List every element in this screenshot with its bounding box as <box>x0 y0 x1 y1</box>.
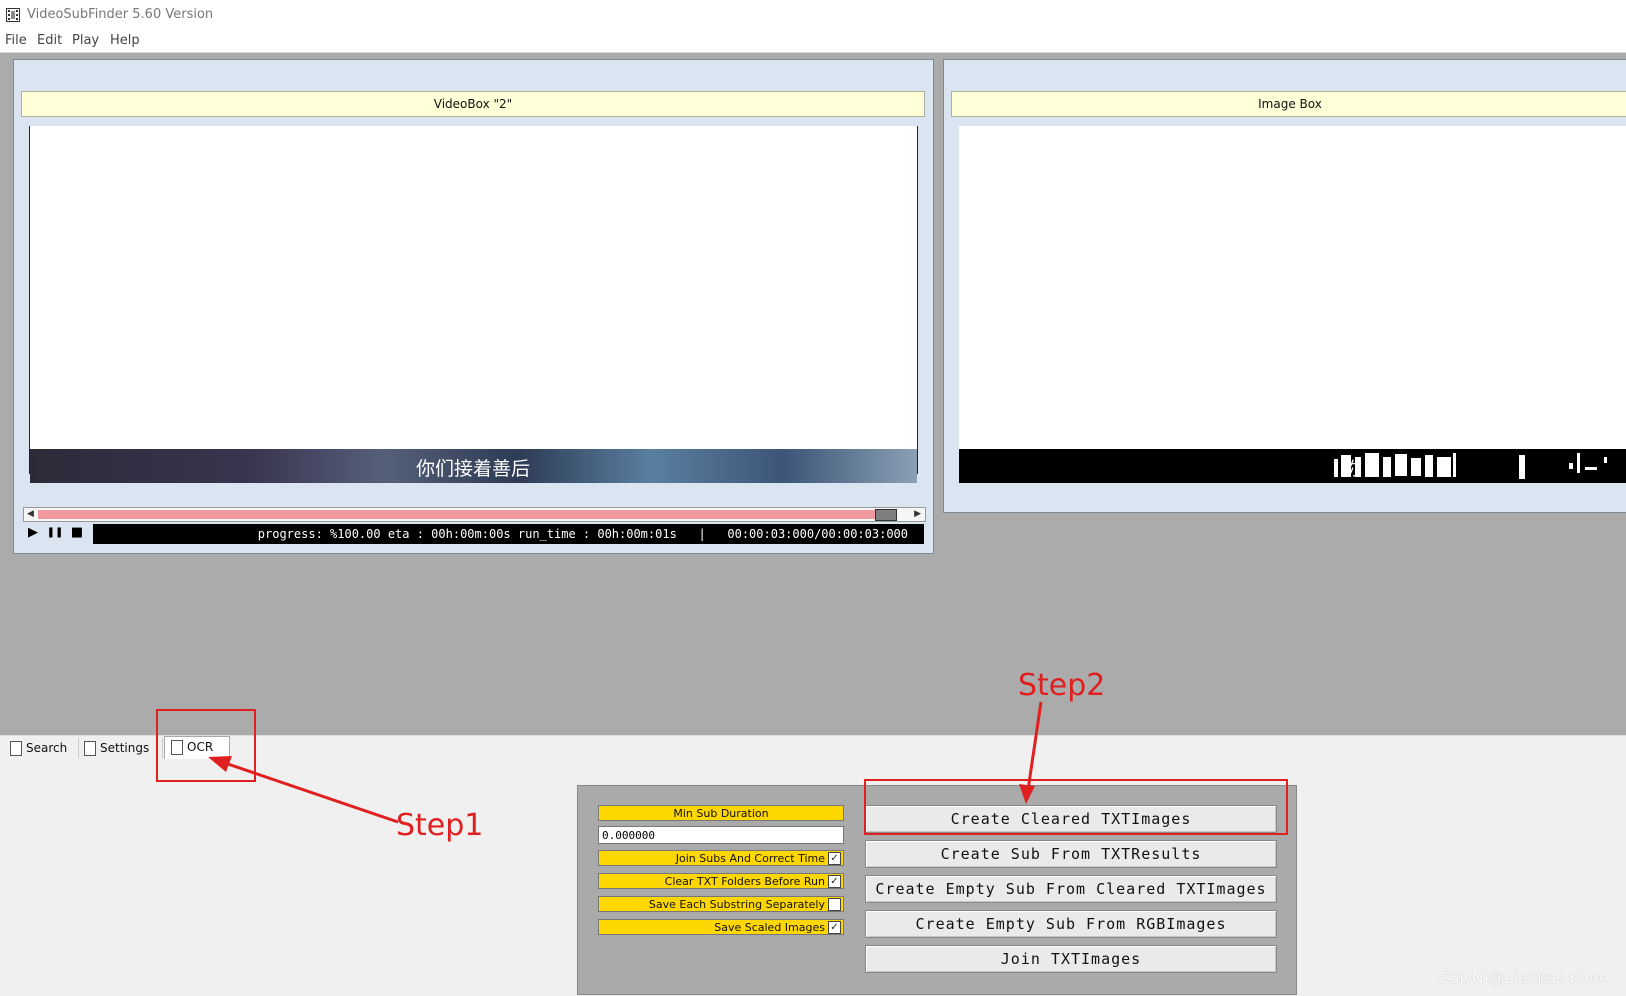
save-scaled-images-label: Save Scaled Images <box>714 921 825 934</box>
watermark: CSDN @Liekkas Kono <box>1438 968 1609 987</box>
image-box-title: Image Box <box>951 91 1626 117</box>
title-bar: VideoSubFinder 5.60 Version <box>0 0 1626 32</box>
image-subtitle-text: 你 <box>1344 459 1362 480</box>
join-subs-option[interactable]: Join Subs And Correct Time ✓ <box>598 850 844 866</box>
save-each-substring-option[interactable]: Save Each Substring Separately <box>598 896 844 912</box>
document-icon <box>10 741 22 756</box>
menu-file[interactable]: File <box>5 33 27 48</box>
save-each-substring-label: Save Each Substring Separately <box>648 898 825 911</box>
playback-status: progress: %100.00 eta : 00h:00m:00s run_… <box>93 524 924 544</box>
clear-txt-folders-label: Clear TXT Folders Before Run <box>664 875 825 888</box>
app-film-icon <box>6 8 20 22</box>
seek-left-arrow-icon[interactable]: ◀ <box>27 508 34 521</box>
video-subtitle-strip: 你们接着善后 <box>30 449 917 483</box>
seek-thumb[interactable] <box>875 509 897 521</box>
binarized-text-mask-icon <box>1334 453 1607 479</box>
create-sub-from-txtresults-button[interactable]: Create Sub From TXTResults <box>865 840 1277 868</box>
pause-icon[interactable]: ❚❚ <box>45 523 65 543</box>
join-subs-label: Join Subs And Correct Time <box>675 852 825 865</box>
menu-help[interactable]: Help <box>110 33 140 48</box>
video-subtitle-text: 你们接着善后 <box>416 458 531 480</box>
min-sub-duration-input[interactable]: 0.000000 <box>598 826 844 844</box>
play-icon[interactable]: ▶ <box>23 523 43 543</box>
video-frame[interactable]: 你们接着善后 <box>29 126 918 483</box>
menu-bar: File Edit Play Help <box>0 32 1626 53</box>
video-seek-bar[interactable]: ◀ ▶ <box>23 507 926 522</box>
image-box-panel: Image Box 你 <box>943 59 1626 513</box>
save-each-substring-checkbox[interactable] <box>828 898 841 911</box>
step2-label: Step2 <box>1018 668 1106 703</box>
seek-right-arrow-icon[interactable]: ▶ <box>914 508 921 521</box>
seek-track[interactable] <box>38 510 875 519</box>
tab-search-label: Search <box>26 741 68 755</box>
join-txtimages-button[interactable]: Join TXTImages <box>865 945 1277 973</box>
min-sub-duration-label: Min Sub Duration <box>598 805 844 821</box>
video-box-panel: VideoBox "2" 你们接着善后 ◀ ▶ ▶ ❚❚ ■ progress:… <box>13 59 934 554</box>
tab-settings-label: Settings <box>100 741 150 755</box>
save-scaled-images-checkbox[interactable]: ✓ <box>828 921 841 934</box>
menu-play[interactable]: Play <box>72 33 99 48</box>
stop-icon[interactable]: ■ <box>67 523 87 543</box>
window-title: VideoSubFinder 5.60 Version <box>27 7 214 22</box>
menu-edit[interactable]: Edit <box>37 33 62 48</box>
document-icon <box>84 741 96 756</box>
step2-highlight-box <box>864 779 1288 835</box>
create-empty-sub-from-rgb-button[interactable]: Create Empty Sub From RGBImages <box>865 910 1277 938</box>
clear-txt-folders-option[interactable]: Clear TXT Folders Before Run ✓ <box>598 873 844 889</box>
step1-highlight-box <box>156 709 256 782</box>
tab-search[interactable]: Search <box>4 738 79 758</box>
save-scaled-images-option[interactable]: Save Scaled Images ✓ <box>598 919 844 935</box>
tab-settings[interactable]: Settings <box>78 738 163 758</box>
create-empty-sub-from-cleared-button[interactable]: Create Empty Sub From Cleared TXTImages <box>865 875 1277 903</box>
join-subs-checkbox[interactable]: ✓ <box>828 852 841 865</box>
step1-label: Step1 <box>396 808 484 843</box>
clear-txt-folders-checkbox[interactable]: ✓ <box>828 875 841 888</box>
image-text-strip: 你 <box>959 449 1626 483</box>
image-frame: 你 <box>959 126 1626 483</box>
video-box-title: VideoBox "2" <box>21 91 925 117</box>
